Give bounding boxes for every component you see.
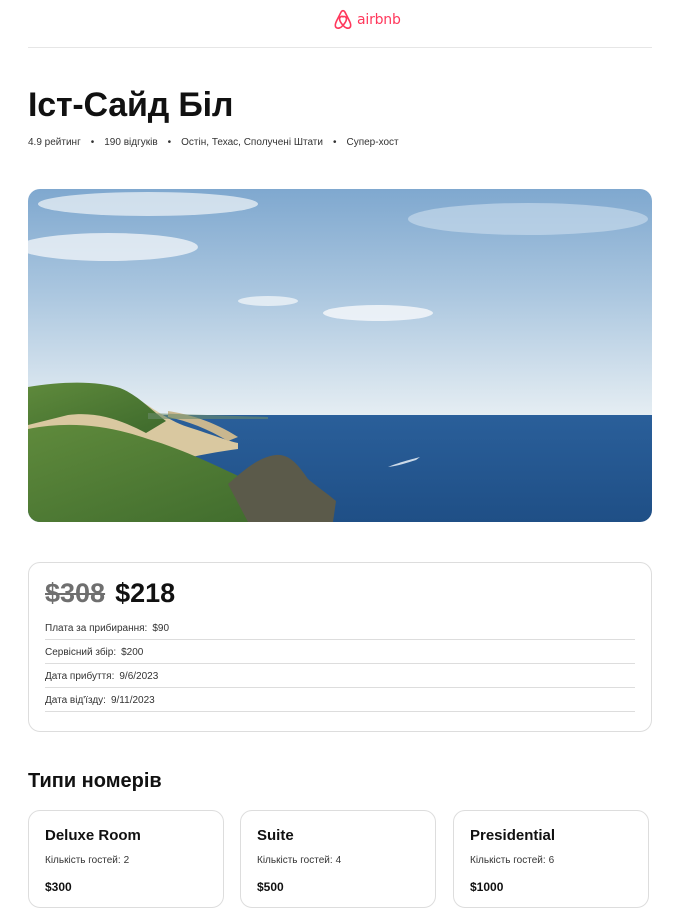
- room-name: Presidential: [470, 827, 556, 844]
- price-line: $308 $218: [45, 578, 175, 609]
- room-types-heading: Типи номерів: [28, 770, 162, 792]
- logo-wordmark: airbnb: [357, 12, 401, 28]
- guests-count: 2: [123, 855, 130, 866]
- cleaning-fee-row: Плата за прибирання: $90: [45, 616, 635, 640]
- row-value: $90: [152, 622, 170, 634]
- row-label: Дата прибуття:: [45, 670, 115, 682]
- guests-label: Кількість гостей:: [470, 855, 546, 866]
- room-guests: Кількість гостей: 4: [257, 855, 341, 866]
- row-value: 9/11/2023: [110, 694, 155, 706]
- meta-separator: •: [167, 137, 172, 148]
- room-name: Deluxe Room: [45, 827, 141, 844]
- room-name: Suite: [257, 827, 294, 844]
- row-label: Дата від'їзду:: [45, 694, 106, 706]
- guests-label: Кількість гостей:: [45, 855, 121, 866]
- check-in-row: Дата прибуття: 9/6/2023: [45, 664, 635, 688]
- service-fee-row: Сервісний збір: $200: [45, 640, 635, 664]
- reviews-link[interactable]: 190 відгуків: [104, 137, 157, 148]
- room-price: $500: [257, 880, 284, 894]
- original-price: $308: [45, 578, 106, 608]
- row-label: Плата за прибирання:: [45, 622, 148, 634]
- room-price: $1000: [470, 880, 504, 894]
- top-header: airbnb: [28, 0, 652, 48]
- coastal-cliffs-photo: [28, 189, 652, 522]
- price-card: $308 $218 Плата за прибирання: $90 Серві…: [28, 562, 652, 732]
- guests-count: 4: [335, 855, 342, 866]
- guests-label: Кількість гостей:: [257, 855, 333, 866]
- discounted-price: $218: [115, 578, 176, 608]
- room-types-list: Deluxe Room Кількість гостей: 2 $300 Suit…: [28, 810, 652, 910]
- room-guests: Кількість гостей: 2: [45, 855, 129, 866]
- row-label: Сервісний збір:: [45, 646, 117, 658]
- check-out-row: Дата від'їзду: 9/11/2023: [45, 688, 635, 712]
- room-price: $300: [45, 880, 72, 894]
- meta-separator: •: [90, 137, 95, 148]
- listing-hero-image[interactable]: [28, 189, 652, 522]
- airbnb-logo[interactable]: airbnb: [333, 8, 401, 32]
- superhost-badge: Супер-хост: [346, 137, 399, 148]
- row-value: 9/6/2023: [119, 670, 159, 682]
- price-details: Плата за прибирання: $90 Сервісний збір:…: [45, 616, 635, 712]
- room-card-deluxe[interactable]: Deluxe Room Кількість гостей: 2 $300: [28, 810, 224, 908]
- room-card-suite[interactable]: Suite Кількість гостей: 4 $500: [240, 810, 436, 908]
- listing-meta: 4.9 рейтинг • 190 відгуків • Остін, Теха…: [28, 137, 399, 148]
- airbnb-belo-icon: [334, 9, 352, 29]
- listing-title: Іст-Сайд Біл: [28, 86, 234, 124]
- room-guests: Кількість гостей: 6: [470, 855, 554, 866]
- rating-text: 4.9 рейтинг: [28, 137, 81, 148]
- guests-count: 6: [548, 855, 555, 866]
- meta-separator: •: [332, 137, 337, 148]
- row-value: $200: [121, 646, 144, 658]
- room-card-presidential[interactable]: Presidential Кількість гостей: 6 $1000: [453, 810, 649, 908]
- location-text: Остін, Техас, Сполучені Штати: [181, 137, 323, 148]
